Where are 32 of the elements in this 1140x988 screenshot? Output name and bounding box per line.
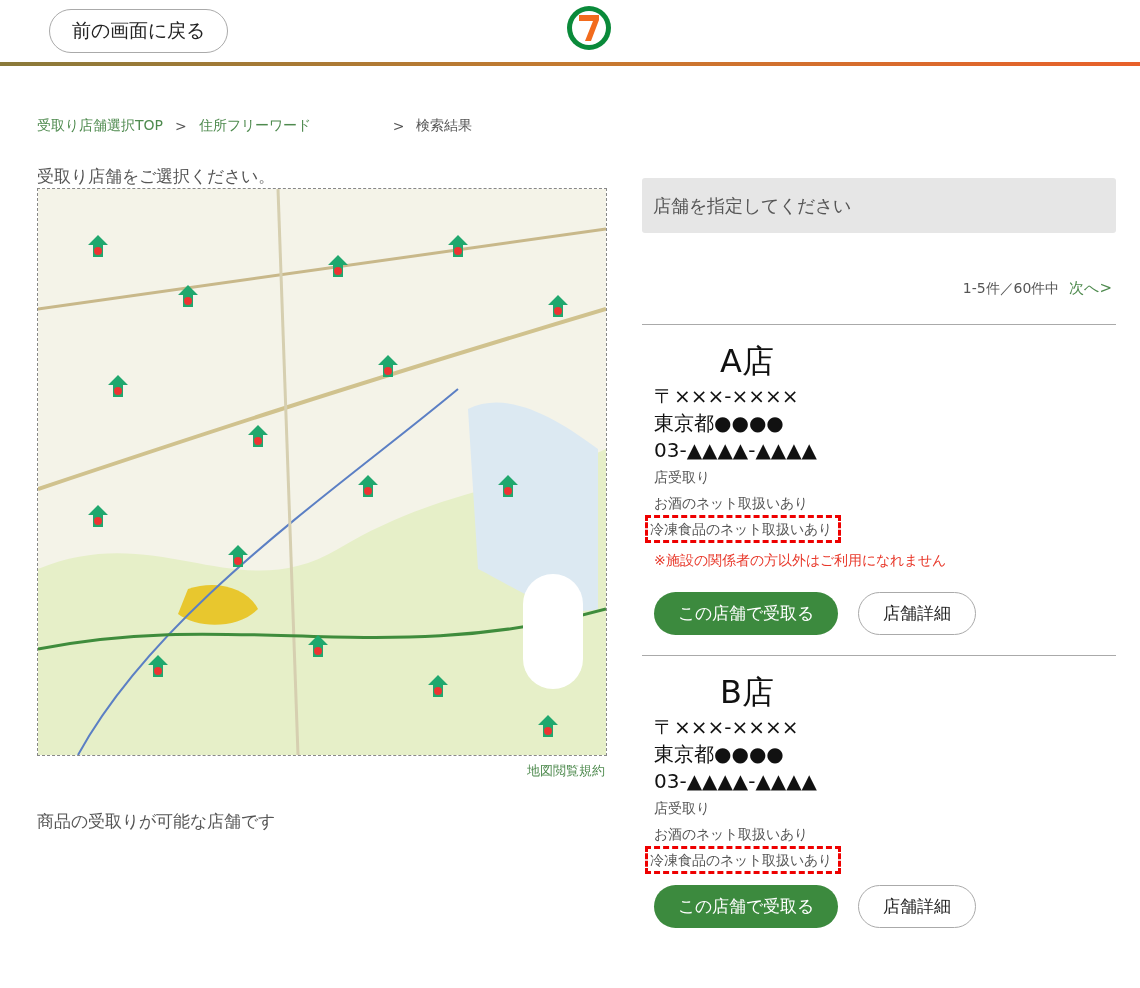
store-detail-button[interactable]: 店舗詳細 (858, 885, 976, 928)
result-count: 1-5件／60件中 (962, 279, 1060, 298)
map-terms-link[interactable]: 地図閲覧規約 (527, 763, 605, 778)
service-label: 店受取り (654, 799, 711, 818)
phone-number: 03-▲▲▲▲-▲▲▲▲ (654, 437, 818, 464)
postal-code: 〒×××-×××× (654, 383, 800, 410)
select-store-button[interactable]: この店舗で受取る (654, 885, 838, 928)
map-note-text: 商品の受取りが可能な店舗です (37, 810, 276, 833)
store-search-field[interactable]: 店舗を指定してください (642, 178, 1116, 233)
breadcrumb-separator: > (175, 118, 187, 134)
notice-text: ※施設の関係者の方以外はご利用になれません (654, 552, 947, 570)
breadcrumb-link[interactable]: 受取り店舗選択TOP (37, 117, 163, 135)
logo-icon (566, 5, 612, 51)
phone-number: 03-▲▲▲▲-▲▲▲▲ (654, 768, 818, 795)
next-page-link[interactable]: 次へ> (1069, 279, 1112, 298)
highlighted-service-label: 冷凍食品のネット取扱いあり (648, 518, 838, 540)
breadcrumb-separator: > (392, 118, 405, 134)
store-address: 東京都●●●● (654, 410, 785, 437)
back-button[interactable]: 前の画面に戻る (49, 9, 228, 53)
instruction-text: 受取り店舗をご選択ください。 (37, 165, 276, 188)
select-store-button[interactable]: この店舗で受取る (654, 592, 838, 635)
service-label: 店受取り (654, 468, 711, 487)
breadcrumb-current: 検索結果 (416, 117, 473, 135)
service-label: お酒のネット取扱いあり (654, 494, 809, 513)
breadcrumb-link[interactable]: 住所フリーワード (198, 117, 311, 135)
store-name: A店 (720, 341, 775, 382)
store-name: B店 (720, 672, 775, 713)
store-detail-button[interactable]: 店舗詳細 (858, 592, 976, 635)
store-address: 東京都●●●● (654, 741, 785, 768)
service-label: お酒のネット取扱いあり (654, 825, 809, 844)
highlighted-service-label: 冷凍食品のネット取扱いあり (648, 849, 838, 871)
postal-code: 〒×××-×××× (654, 714, 800, 741)
